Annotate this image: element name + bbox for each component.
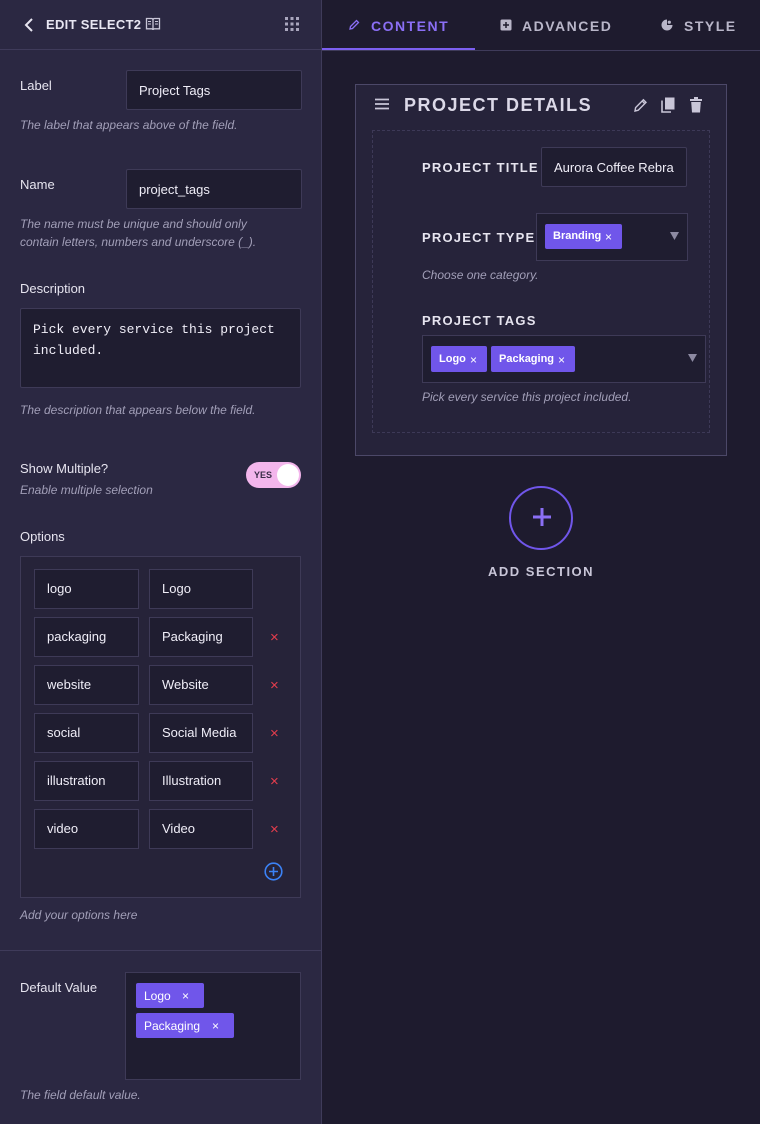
toggle-label: YES bbox=[254, 470, 273, 480]
option-value-input[interactable]: website bbox=[34, 665, 139, 705]
tab-advanced-label: ADVANCED bbox=[522, 18, 613, 34]
pencil-icon bbox=[349, 19, 360, 30]
option-label-input[interactable]: Video bbox=[149, 809, 253, 849]
add-option-icon[interactable] bbox=[264, 862, 283, 881]
panel-title: EDIT SELECT2 bbox=[46, 17, 142, 32]
chip-label: Branding bbox=[553, 230, 602, 242]
palette-icon bbox=[661, 19, 673, 31]
description-field-label: Description bbox=[20, 281, 86, 296]
chip-remove-icon[interactable]: × bbox=[212, 1019, 219, 1033]
description-help: The description that appears below the f… bbox=[20, 403, 256, 417]
option-value-input[interactable]: packaging bbox=[34, 617, 139, 657]
project-tags-label: PROJECT TAGS bbox=[422, 313, 537, 328]
chevron-left-icon[interactable] bbox=[22, 17, 36, 33]
default-value-label: Default Value bbox=[20, 980, 98, 995]
chip-label: Logo bbox=[144, 989, 171, 1003]
tab-advanced[interactable]: ADVANCED bbox=[490, 0, 620, 50]
option-value-input[interactable]: illustration bbox=[34, 761, 139, 801]
duplicate-icon[interactable] bbox=[661, 97, 675, 113]
delete-option-icon[interactable]: × bbox=[270, 774, 282, 789]
project-type-label: PROJECT TYPE bbox=[422, 230, 536, 245]
tab-content-label: CONTENT bbox=[371, 18, 450, 34]
chip-remove-icon[interactable]: × bbox=[605, 230, 612, 244]
section-title: PROJECT DETAILS bbox=[404, 95, 593, 115]
field-editor-panel: EDIT SELECT2 Label The label that appear… bbox=[0, 0, 322, 1124]
advanced-icon bbox=[500, 19, 512, 31]
default-chip: Packaging × bbox=[136, 1013, 234, 1038]
option-value-input[interactable]: logo bbox=[34, 569, 139, 609]
add-section-label[interactable]: ADD SECTION bbox=[488, 564, 594, 579]
project-tag-chip: Packaging × bbox=[491, 346, 575, 372]
name-help-line2: contain letters, numbers and underscore … bbox=[20, 235, 257, 249]
option-value-input[interactable]: video bbox=[34, 809, 139, 849]
grid-icon[interactable] bbox=[285, 17, 299, 31]
trash-icon[interactable] bbox=[689, 97, 703, 113]
option-value-input[interactable]: social bbox=[34, 713, 139, 753]
label-help: The label that appears above of the fiel… bbox=[20, 118, 238, 132]
book-icon[interactable] bbox=[145, 16, 161, 32]
project-title-input[interactable] bbox=[541, 147, 687, 187]
panel-header: EDIT SELECT2 bbox=[0, 0, 322, 50]
show-multiple-label: Show Multiple? bbox=[20, 461, 109, 476]
chip-label: Packaging bbox=[499, 353, 555, 365]
chip-remove-icon[interactable]: × bbox=[182, 989, 189, 1003]
tab-content[interactable]: CONTENT bbox=[330, 0, 470, 50]
option-label-input[interactable]: Social Media bbox=[149, 713, 253, 753]
default-value-help: The field default value. bbox=[20, 1088, 141, 1102]
option-label-input[interactable]: Packaging bbox=[149, 617, 253, 657]
project-title-label: PROJECT TITLE bbox=[422, 160, 539, 175]
project-tag-chip: Logo × bbox=[431, 346, 487, 372]
label-input[interactable] bbox=[126, 70, 302, 110]
show-multiple-toggle[interactable]: YES bbox=[246, 462, 301, 488]
delete-option-icon[interactable]: × bbox=[270, 822, 282, 837]
active-tab-indicator bbox=[322, 48, 475, 50]
chip-remove-icon[interactable]: × bbox=[470, 353, 477, 367]
label-field-label: Label bbox=[20, 78, 52, 93]
drag-handle-icon[interactable] bbox=[375, 98, 389, 110]
chip-label: Packaging bbox=[144, 1019, 201, 1033]
add-section-button[interactable] bbox=[509, 486, 573, 550]
project-type-chip: Branding × bbox=[545, 224, 622, 249]
option-label-input[interactable]: Logo bbox=[149, 569, 253, 609]
name-input[interactable] bbox=[126, 169, 302, 209]
tab-style-label: STYLE bbox=[684, 18, 737, 34]
default-chip: Logo × bbox=[136, 983, 204, 1008]
toggle-knob bbox=[277, 464, 299, 486]
options-help: Add your options here bbox=[20, 908, 138, 922]
delete-option-icon[interactable]: × bbox=[270, 726, 282, 741]
option-label-input[interactable]: Website bbox=[149, 665, 253, 705]
options-label: Options bbox=[20, 529, 65, 544]
name-help-line1: The name must be unique and should only bbox=[20, 217, 247, 231]
delete-option-icon[interactable]: × bbox=[270, 630, 282, 645]
chevron-down-icon[interactable] bbox=[670, 232, 679, 240]
chip-remove-icon[interactable]: × bbox=[558, 353, 565, 367]
chevron-down-icon[interactable] bbox=[688, 354, 697, 362]
show-multiple-sublabel: Enable multiple selection bbox=[20, 483, 153, 497]
divider bbox=[0, 950, 322, 951]
tab-style[interactable]: STYLE bbox=[650, 0, 755, 50]
project-type-help: Choose one category. bbox=[422, 268, 539, 282]
edit-icon[interactable] bbox=[633, 97, 647, 113]
option-label-input[interactable]: Illustration bbox=[149, 761, 253, 801]
chip-label: Logo bbox=[439, 353, 466, 365]
description-textarea[interactable]: Pick every service this project included… bbox=[20, 308, 301, 388]
delete-option-icon[interactable]: × bbox=[270, 678, 282, 693]
plus-icon bbox=[533, 508, 551, 526]
project-tags-help: Pick every service this project included… bbox=[422, 390, 632, 404]
name-field-label: Name bbox=[20, 177, 55, 192]
